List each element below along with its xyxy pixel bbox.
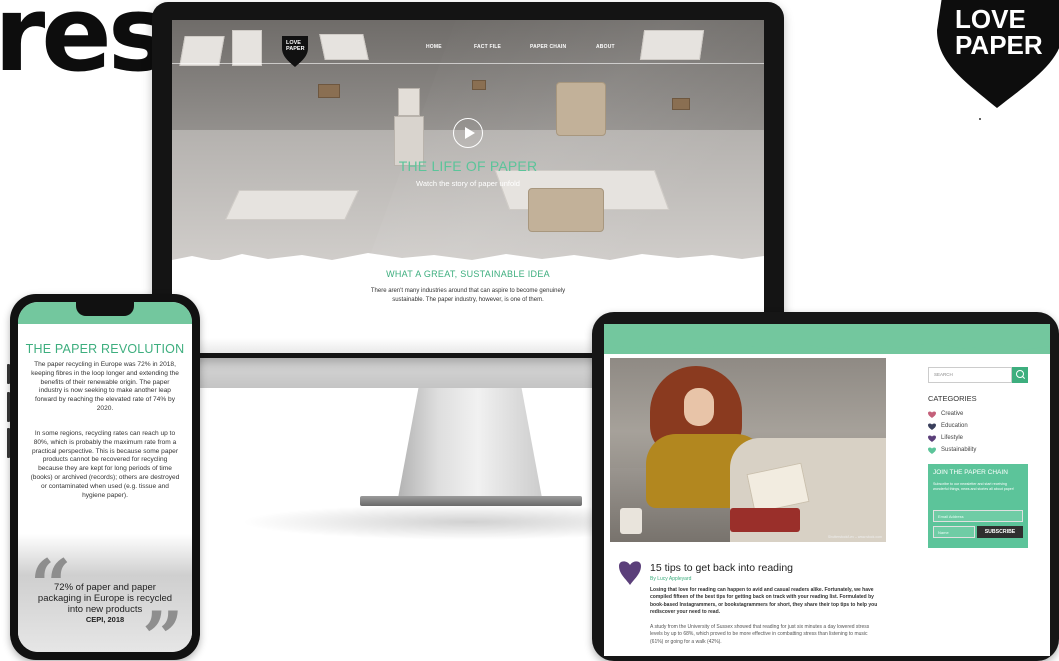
desktop-screen: LOVE PAPER HOME FACT FILE PAPER CHAIN AB… <box>172 20 764 353</box>
pull-quote-source: CEPI, 2018 <box>85 615 125 624</box>
site-logo-line2: PAPER <box>286 46 305 52</box>
monitor-foot <box>360 496 582 506</box>
paper-figure-head <box>398 88 420 116</box>
newsletter-title: JOIN THE PAPER CHAIN <box>933 469 1008 476</box>
pull-quote: 72% of paper and paper packaging in Euro… <box>37 582 173 615</box>
subscribe-button[interactable]: SUBSCRIBE <box>977 526 1023 538</box>
phone-side-button <box>7 364 10 384</box>
nav-home[interactable]: HOME <box>426 44 442 50</box>
hero-box <box>472 80 486 90</box>
categories-heading: CATEGORIES <box>928 394 977 403</box>
category-label: Creative <box>941 411 964 417</box>
page-heading-cropped: res <box>0 0 170 95</box>
photo-credit: Shutterstock/Lev – www.stock.com <box>827 535 882 539</box>
post-body-paragraph: A study from the University of Sussex sh… <box>650 624 870 645</box>
heart-icon <box>928 447 936 454</box>
nav-fact-file[interactable]: FACT FILE <box>474 44 501 50</box>
phone-side-button <box>7 392 10 422</box>
lifestyle-heart-icon <box>619 561 641 585</box>
decorative-dot <box>979 118 981 120</box>
tablet-header-band <box>604 324 1050 354</box>
photo-book-stack <box>730 508 800 532</box>
logo-text-line1: LOVE <box>955 4 1026 34</box>
hero-title: THE LIFE OF PAPER <box>398 158 538 174</box>
search-icon[interactable] <box>1012 367 1028 383</box>
desktop-monitor: LOVE PAPER HOME FACT FILE PAPER CHAIN AB… <box>152 2 784 358</box>
category-label: Education <box>941 423 968 429</box>
phone-paragraph-2: In some regions, recycling rates can rea… <box>30 430 180 499</box>
nav-divider <box>172 63 764 64</box>
category-label: Lifestyle <box>941 435 964 441</box>
hero-paper-roll <box>528 188 604 232</box>
heart-icon <box>928 411 936 418</box>
logo-text-line2: PAPER <box>955 30 1043 60</box>
photo-reader-face <box>684 388 714 426</box>
newsletter-panel: JOIN THE PAPER CHAIN Subscribe to our ne… <box>928 464 1028 548</box>
post-lead-paragraph: Losing that love for reading can happen … <box>650 587 878 616</box>
newsletter-description: Subscribe to our newsletter and start re… <box>933 482 1014 491</box>
nav-about[interactable]: ABOUT <box>596 44 615 50</box>
phone-screen: THE PAPER REVOLUTION The paper recycling… <box>18 302 192 652</box>
hero-box <box>318 84 340 98</box>
post-author-link[interactable]: By Lucy Appleyard <box>650 576 691 582</box>
tablet-device: Shutterstock/Lev – www.stock.com 15 tips… <box>592 312 1059 661</box>
hero-box <box>672 98 690 110</box>
phone-side-button <box>7 428 10 458</box>
search-placeholder: SEARCH <box>934 372 953 377</box>
phone-notch <box>76 302 134 316</box>
email-field[interactable]: Email Address <box>933 510 1023 522</box>
photo-mug <box>620 508 642 534</box>
category-label: Sustainability <box>941 447 977 453</box>
search-input[interactable]: SEARCH <box>928 367 1012 383</box>
section-body: There aren't many industries around that… <box>370 288 566 303</box>
name-placeholder: Name <box>938 530 949 535</box>
nav-paper-chain[interactable]: PAPER CHAIN <box>530 44 566 50</box>
heart-icon <box>928 423 936 430</box>
monitor-stand <box>398 386 542 498</box>
tablet-screen: Shutterstock/Lev – www.stock.com 15 tips… <box>604 324 1050 656</box>
hero-paper-rolls <box>556 82 606 136</box>
mobile-phone: THE PAPER REVOLUTION The paper recycling… <box>7 294 200 660</box>
phone-paragraph-1: The paper recycling in Europe was 72% in… <box>31 361 179 412</box>
heart-icon <box>928 435 936 442</box>
section-title: WHAT A GREAT, SUSTAINABLE IDEA <box>386 269 550 279</box>
post-title-link[interactable]: 15 tips to get back into reading <box>650 562 793 574</box>
site-logo[interactable]: LOVE PAPER <box>278 34 312 68</box>
hero-section: LOVE PAPER HOME FACT FILE PAPER CHAIN AB… <box>172 20 764 260</box>
love-paper-heart-logo: LOVE PAPER <box>923 0 1059 110</box>
email-placeholder: Email Address <box>938 514 964 519</box>
phone-article-title: THE PAPER REVOLUTION <box>25 342 185 356</box>
site-navbar: LOVE PAPER HOME FACT FILE PAPER CHAIN AB… <box>172 20 764 67</box>
hero-subtitle: Watch the story of paper unfold <box>416 179 520 188</box>
name-field[interactable]: Name <box>933 526 975 538</box>
play-video-icon[interactable] <box>453 118 483 148</box>
hero-paper-shape <box>225 190 359 220</box>
torn-paper-edge <box>172 253 764 266</box>
post-featured-image[interactable]: Shutterstock/Lev – www.stock.com <box>610 358 886 542</box>
